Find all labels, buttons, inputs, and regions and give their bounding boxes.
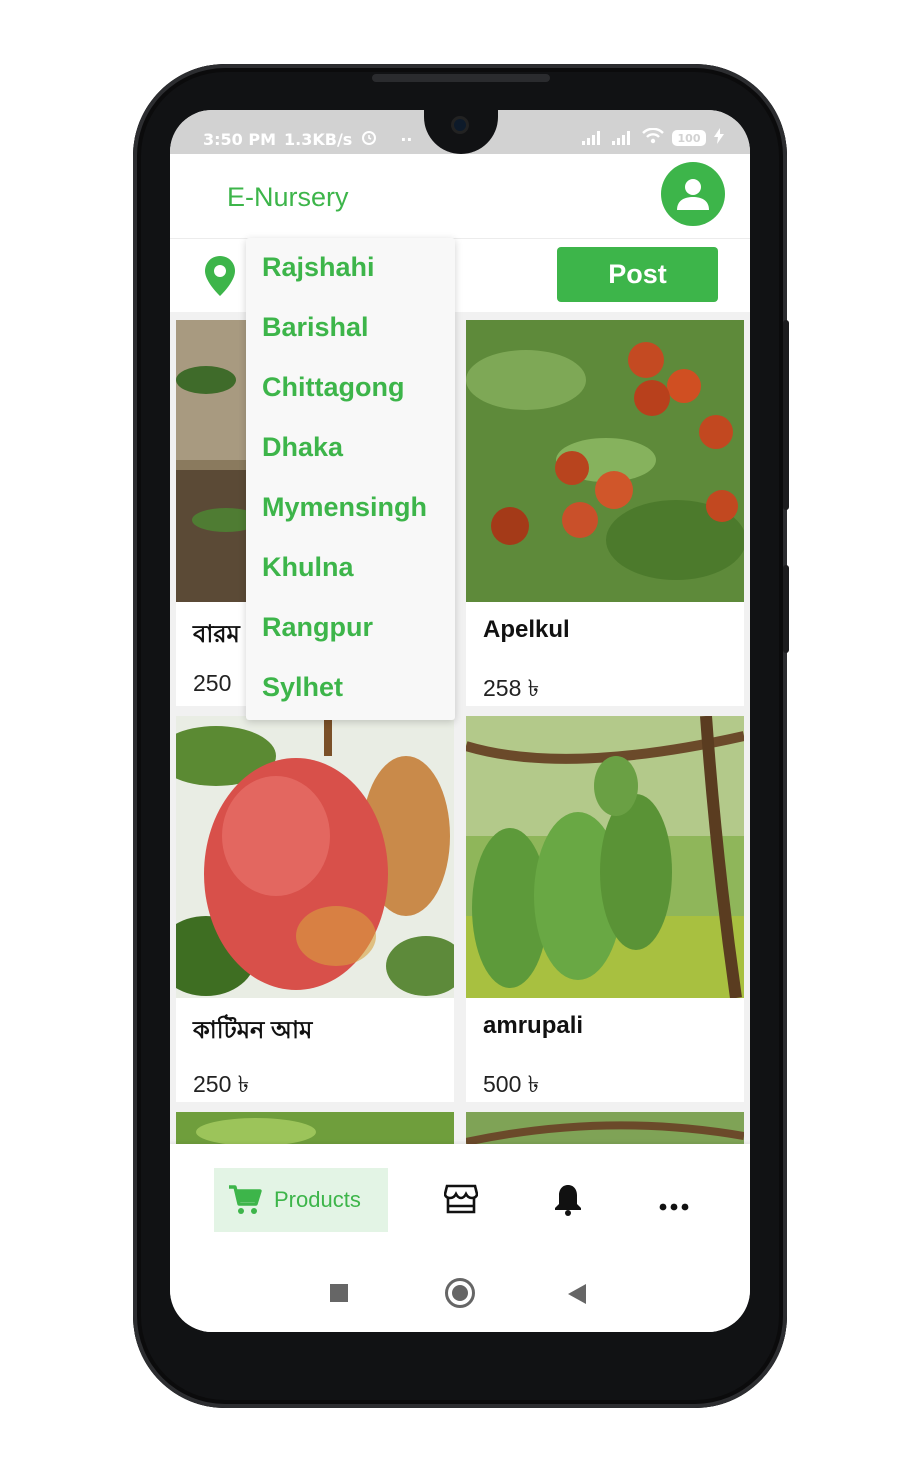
nav-tab-products[interactable]: Products	[214, 1168, 388, 1232]
product-image	[466, 716, 744, 998]
product-name: বারম	[193, 621, 240, 648]
store-icon[interactable]	[443, 1184, 479, 1218]
signal-icon	[582, 131, 604, 145]
product-price: 250	[193, 670, 232, 696]
post-button[interactable]: Post	[557, 247, 718, 302]
product-price: 250 ৳	[193, 1071, 250, 1097]
app-title: E-Nursery	[227, 182, 349, 212]
signal-icon	[612, 131, 634, 145]
product-price: 500 ৳	[483, 1071, 540, 1097]
home-icon[interactable]	[445, 1278, 475, 1308]
product-price: 258 ৳	[483, 675, 540, 701]
product-card[interactable]: কাটিমন আম 250 ৳	[176, 716, 454, 1102]
phone-side-button	[783, 565, 789, 653]
profile-button[interactable]	[661, 162, 725, 226]
location-option-rajshahi[interactable]: Rajshahi	[262, 252, 375, 283]
cart-icon	[229, 1185, 262, 1214]
wifi-icon	[642, 127, 664, 148]
product-image	[466, 320, 744, 602]
recents-icon[interactable]	[330, 1284, 348, 1302]
status-speed: 1.3KB/s	[284, 129, 353, 149]
status-dots: ··	[400, 129, 413, 149]
bottom-navigation: Products	[170, 1144, 750, 1254]
product-card[interactable]: Apelkul 258 ৳	[466, 320, 744, 706]
location-option-sylhet[interactable]: Sylhet	[262, 672, 343, 703]
product-name: কাটিমন আম	[193, 1017, 313, 1044]
more-icon[interactable]	[659, 1196, 689, 1215]
back-icon[interactable]	[568, 1284, 586, 1304]
location-option-chittagong[interactable]: Chittagong	[262, 372, 404, 403]
location-option-khulna[interactable]: Khulna	[262, 552, 354, 583]
status-time: 3:50 PM	[203, 129, 277, 149]
app-screen: 3:50 PM 1.3KB/s ·· 100 E-Nursery Post বা…	[170, 110, 750, 1332]
phone-speaker	[372, 74, 550, 82]
product-card[interactable]: amrupali 500 ৳	[466, 716, 744, 1102]
location-dropdown: Rajshahi Barishal Chittagong Dhaka Mymen…	[246, 238, 455, 720]
system-navigation	[170, 1254, 750, 1332]
battery-icon: 100	[672, 130, 706, 146]
product-image	[176, 716, 454, 998]
front-camera	[451, 116, 469, 134]
map-pin-icon[interactable]	[203, 255, 237, 301]
app-bar: E-Nursery	[170, 154, 750, 238]
nav-products-label: Products	[274, 1187, 361, 1212]
location-option-dhaka[interactable]: Dhaka	[262, 432, 343, 463]
bell-icon[interactable]	[554, 1182, 582, 1220]
charging-icon	[714, 128, 724, 148]
alarm-icon	[360, 128, 378, 150]
product-name: Apelkul	[483, 616, 570, 643]
account-icon	[677, 179, 709, 210]
location-option-rangpur[interactable]: Rangpur	[262, 612, 373, 643]
product-name: amrupali	[483, 1012, 584, 1039]
phone-side-button	[783, 320, 789, 510]
location-option-mymensingh[interactable]: Mymensingh	[262, 492, 427, 523]
location-option-barishal[interactable]: Barishal	[262, 312, 369, 343]
